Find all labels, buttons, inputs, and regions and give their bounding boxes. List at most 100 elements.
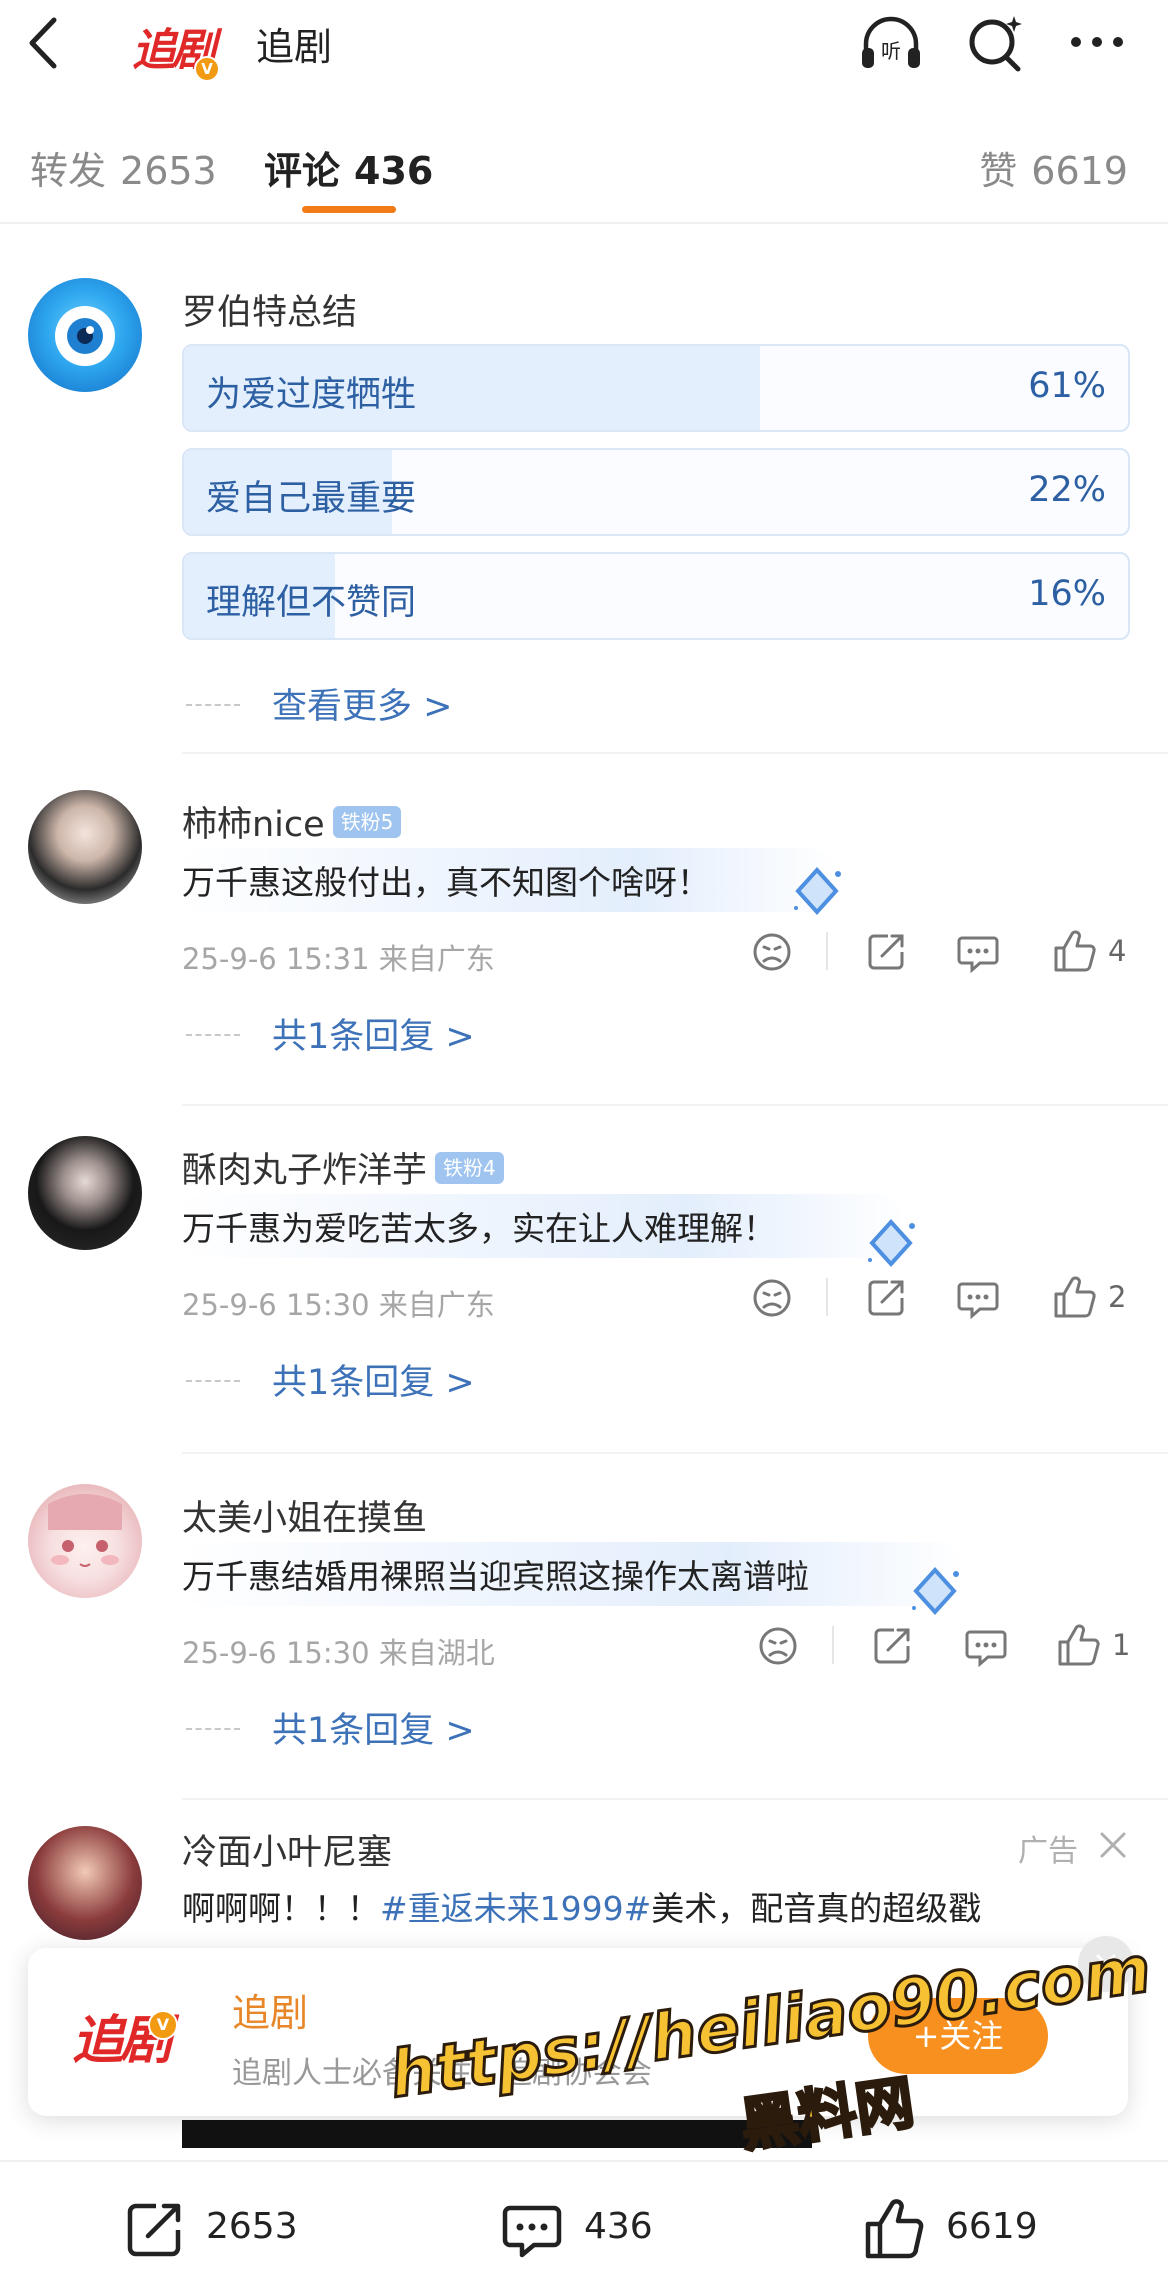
poll-option-label: 为爱过度牺牲 [206,375,417,415]
divider [826,932,828,970]
dislike-icon[interactable] [754,1622,802,1670]
like-icon [865,2199,924,2259]
poll-option[interactable]: 爱自己最重要 22% [182,448,1130,536]
like-count: 4 [1108,934,1127,968]
comment-item: 柿柿nice 铁粉5 万千惠这般付出，真不知图个啥呀！ 25-9-6 15:31 … [0,768,1168,1108]
divider [0,222,1168,224]
like-count: 6619 [946,2206,1038,2247]
tab-comment-count: 436 [354,149,434,193]
svg-text:听: 听 [881,39,901,63]
comment-time: 25-9-6 15:30 [182,1636,370,1670]
account-logo: 追剧 [72,1998,192,2078]
gem-icon [912,1567,959,1615]
divider [832,1626,834,1664]
tab-repost[interactable]: 转发 2653 [30,140,217,195]
avatar[interactable] [28,1484,142,1598]
tab-like-count: 6619 [1031,149,1128,193]
comment-meta: 25-9-6 15:30 来自广东 [182,1282,495,1324]
comment-item: 酥肉丸子炸洋芋 铁粉4 万千惠为爱吃苦太多，实在让人难理解！ 25-9-6 15:… [0,1114,1168,1454]
tab-repost-count: 2653 [120,149,217,193]
poll-author-name[interactable]: 罗伯特总结 [182,284,357,335]
fan-badge: 铁粉4 [435,1152,504,1184]
avatar[interactable] [28,1136,142,1250]
ad-tag: 广告 [1018,1834,1078,1869]
comment-location: 来自湖北 [378,1636,495,1670]
search-icon[interactable] [960,12,1030,74]
dislike-icon[interactable] [748,928,796,976]
ad-text-prefix: 啊啊啊！！！ [182,1889,380,1928]
dashed-line [186,1380,240,1382]
comment-icon[interactable] [954,1274,1002,1322]
comment-time: 25-9-6 15:31 [182,942,370,976]
topic-link[interactable]: #重返未来1999# [380,1889,651,1928]
poll-option-percent: 22% [1028,470,1106,510]
like-icon[interactable] [1054,1622,1102,1670]
comment-author[interactable]: 太美小姐在摸鱼 [182,1490,427,1541]
tab-repost-label: 转发 [30,149,107,193]
tab-like[interactable]: 赞 6619 [979,140,1128,195]
comment-text[interactable]: 万千惠为爱吃苦太多，实在让人难理解！ [182,1202,776,1250]
gem-icon [868,1219,915,1267]
poll-option-percent: 16% [1028,574,1106,614]
ad-author-name[interactable]: 冷面小叶尼塞 [182,1824,392,1875]
like-icon[interactable] [1050,1274,1098,1322]
comment-meta: 25-9-6 15:31 来自广东 [182,936,495,978]
close-icon[interactable] [1096,1828,1130,1862]
poll-option[interactable]: 理解但不赞同 16% [182,552,1130,640]
verified-badge-icon: V [148,2010,178,2040]
avatar[interactable] [28,278,142,392]
share-icon[interactable] [868,1622,916,1670]
comment-icon [502,2205,562,2258]
account-logo[interactable]: 追剧 V [132,12,222,82]
back-icon[interactable] [22,14,62,72]
view-replies-label: 共1条回复 > [272,1363,475,1403]
bottom-action-bar: 2653 436 6619 [0,2160,1168,2294]
dislike-icon[interactable] [748,1274,796,1322]
cartoon-face-icon [48,1494,122,1567]
share-icon[interactable] [862,928,910,976]
repost-count: 2653 [206,2206,298,2247]
comment-author[interactable]: 酥肉丸子炸洋芋 铁粉4 [182,1142,504,1193]
comment-text[interactable]: 万千惠结婚用裸照当迎宾照这操作太离谱啦 [182,1550,809,1598]
tab-like-label: 赞 [979,149,1018,193]
comment-icon[interactable] [962,1622,1010,1670]
active-tab-indicator [302,206,396,213]
verified-badge-icon: V [194,56,220,82]
poll-option-label: 爱自己最重要 [206,479,417,519]
tab-comment-label: 评论 [264,149,341,193]
comment-time: 25-9-6 15:30 [182,1288,370,1322]
card-title: 追剧 [232,1991,309,2035]
dashed-line [186,1034,240,1036]
share-icon[interactable] [862,1274,910,1322]
top-nav-bar: 追剧 V 追剧 听 [0,0,1168,92]
view-replies-label: 共1条回复 > [272,1017,475,1057]
avatar[interactable] [28,1826,142,1940]
comment-icon[interactable] [954,928,1002,976]
poll-option[interactable]: 为爱过度牺牲 61% [182,344,1130,432]
like-count: 1 [1112,1628,1131,1662]
comment-text[interactable]: 万千惠这般付出，真不知图个啥呀！ [182,856,710,904]
comment-location: 来自广东 [378,1288,495,1322]
gem-icon [794,867,841,915]
mascot-icon [55,306,115,366]
divider [182,1452,1168,1454]
ad-text[interactable]: 啊啊啊！！！#重返未来1999#美术，配音真的超级戳 [182,1882,981,1930]
comment-author-name: 柿柿nice [182,805,325,845]
comment-meta: 25-9-6 15:30 来自湖北 [182,1630,495,1672]
more-icon[interactable] [1062,12,1132,74]
dashed-line [186,1728,240,1730]
like-icon[interactable] [1050,928,1098,976]
dashed-line [186,704,240,706]
avatar[interactable] [28,790,142,904]
tab-comment[interactable]: 评论 436 [264,140,433,195]
comment-count: 436 [584,2206,653,2247]
fan-badge: 铁粉5 [332,806,402,838]
listen-icon[interactable]: 听 [856,12,926,74]
comment-author-name: 酥肉丸子炸洋芋 [182,1151,428,1191]
comment-author[interactable]: 柿柿nice 铁粉5 [182,796,402,847]
tab-bar: 转发 2653 评论 436 赞 6619 [0,128,1168,220]
page-title[interactable]: 追剧 [256,16,332,71]
watermark-site: 黑料网 [735,2067,920,2162]
view-replies-label: 共1条回复 > [272,1711,475,1751]
comment-item: 太美小姐在摸鱼 万千惠结婚用裸照当迎宾照这操作太离谱啦 25-9-6 15:30… [0,1462,1168,1802]
